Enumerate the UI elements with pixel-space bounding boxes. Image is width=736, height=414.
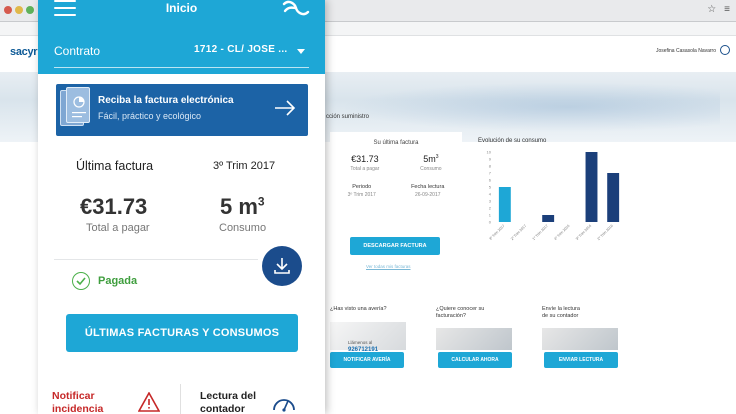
y-tick-label: 4 xyxy=(489,192,492,197)
card-amount: €31.73 xyxy=(351,154,379,164)
card-volume: 5m3 xyxy=(423,154,439,164)
reading-date-value: 26-09-2017 xyxy=(414,192,441,198)
y-tick-label: 3 xyxy=(489,199,492,204)
tile-calc-title-1: ¿Quiere conocer su xyxy=(436,306,485,312)
tile-calc-billing: ¿Quiere conocer su facturación? CALCULAR… xyxy=(436,306,536,368)
calculator-image xyxy=(436,328,512,350)
card-title: Su última factura xyxy=(373,140,419,146)
e-invoice-banner[interactable]: Reciba la factura electrónica Fácil, prá… xyxy=(56,84,308,136)
tile-send-reading: Envíe la lectura de su contador ENVIAR L… xyxy=(542,306,642,368)
invoice-amount: €31.73 xyxy=(80,194,148,219)
close-window-button[interactable] xyxy=(4,6,12,14)
y-tick-label: 8 xyxy=(489,164,492,169)
bottom-separator xyxy=(180,384,181,414)
contract-select[interactable]: 1712 - CL/ JOSE ... xyxy=(194,44,288,55)
tile-report-fault: ¿Has visto una avería? Llámenos al 92671… xyxy=(330,306,430,368)
x-tick-label: 3º Trim 2017 xyxy=(488,224,505,241)
report-fault-button[interactable]: NOTIFICAR AVERÍA xyxy=(330,352,404,368)
banner-title: Reciba la factura electrónica xyxy=(98,95,234,106)
last-invoice-label: Última factura xyxy=(76,159,154,173)
y-tick-label: 7 xyxy=(489,171,492,176)
supply-address-label: cción suministro xyxy=(326,114,370,120)
send-reading-button[interactable]: ENVIAR LECTURA xyxy=(544,352,618,368)
chart-bar xyxy=(585,152,598,222)
arrow-right-icon[interactable] xyxy=(274,98,296,118)
phone-label: Llámenos al xyxy=(348,340,373,345)
x-tick-label: 2º Trim 2017 xyxy=(510,224,527,241)
action-tiles: ¿Has visto una avería? Llámenos al 92671… xyxy=(330,306,630,414)
chevron-down-icon[interactable] xyxy=(297,49,305,54)
minimize-window-button[interactable] xyxy=(15,6,23,14)
user-name[interactable]: Josefina Casasola Navarro xyxy=(656,48,716,54)
maximize-window-button[interactable] xyxy=(26,6,34,14)
divider xyxy=(54,259,258,260)
brand-logo-icon xyxy=(282,0,310,16)
y-tick-label: 0 xyxy=(489,220,492,225)
consumption-volume: 5 m3 xyxy=(220,194,265,219)
y-tick-label: 5 xyxy=(489,185,492,190)
y-tick-label: 9 xyxy=(489,157,492,162)
download-button[interactable] xyxy=(262,246,302,286)
invoice-period: 3º Trim 2017 xyxy=(213,160,276,172)
x-tick-label: 3º Trim 2016 xyxy=(575,224,592,241)
gauge-icon[interactable] xyxy=(272,392,296,412)
card-volume-label: Consumo xyxy=(420,166,442,172)
consumption-chart: 0 1 2 3 4 5 6 7 8 9 10 3º Trim 2017 2º Trim 2017 1º T… xyxy=(487,150,620,241)
contract-label: Contrato xyxy=(54,44,101,58)
notify-incident-label[interactable]: Notificar incidencia xyxy=(52,390,103,414)
screen: ☆ ≡ sacyr Josefina Casasola Navarro cció… xyxy=(0,0,736,414)
check-circle-icon xyxy=(72,272,90,290)
amount-label: Total a pagar xyxy=(86,222,150,234)
y-tick-label: 6 xyxy=(489,178,492,183)
tile-reading-title-2: de su contador xyxy=(542,313,579,320)
chart-bar xyxy=(542,215,555,222)
chart-bar xyxy=(498,187,511,222)
browser-window-buttons: ☆ ≡ xyxy=(707,4,730,15)
paid-status: Pagada xyxy=(98,275,138,287)
app-header: Inicio Contrato 1712 - CL/ JOSE ... xyxy=(38,0,325,74)
tile-calc-title-2: facturación? xyxy=(436,313,466,320)
warning-icon[interactable] xyxy=(138,392,160,412)
period-value: 3º Trim 2017 xyxy=(347,192,376,198)
phone-image: Llámenos al 926712191 xyxy=(330,322,406,353)
period-label: Periodo xyxy=(352,184,372,190)
tile-reading-title-1: Envíe la lectura xyxy=(542,306,580,312)
download-icon xyxy=(274,258,290,274)
mobile-app: Inicio Contrato 1712 - CL/ JOSE ... Reci… xyxy=(38,0,325,414)
invoices-history-button[interactable]: ÚLTIMAS FACTURAS Y CONSUMOS xyxy=(66,314,298,352)
menu-icon[interactable]: ≡ xyxy=(724,4,730,15)
invoice-doc-icon xyxy=(66,87,90,123)
contract-underline xyxy=(54,67,309,68)
meter-reading-label[interactable]: Lectura del contador xyxy=(200,390,256,414)
y-tick-label: 2 xyxy=(489,206,492,211)
consumption-chart-title: Evolución de su consumo xyxy=(478,138,547,144)
brand-logo[interactable]: sacyr xyxy=(10,46,38,58)
x-tick-label: 1º Trim 2017 xyxy=(532,224,549,241)
download-invoice-button[interactable]: DESCARGAR FACTURA xyxy=(350,237,440,255)
reading-date-label: Fecha lectura xyxy=(411,184,445,190)
keyboard-image xyxy=(542,328,618,350)
tile-report-fault-title: ¿Has visto una avería? xyxy=(330,306,387,312)
x-tick-label: 2º Trim 2016 xyxy=(597,224,614,241)
card-amount-label: Total a pagar xyxy=(350,166,380,172)
calculate-now-button[interactable]: CALCULAR AHORA xyxy=(438,352,512,368)
all-invoices-link[interactable]: Ver todas mis facturas xyxy=(366,264,411,269)
x-tick-label: 4º Trim 2016 xyxy=(553,224,570,241)
window-controls[interactable] xyxy=(4,6,34,14)
y-tick-label: 1 xyxy=(489,213,492,218)
star-icon[interactable]: ☆ xyxy=(707,4,716,15)
chart-bar xyxy=(607,173,620,222)
banner-subtitle: Fácil, práctico y ecológico xyxy=(98,111,202,121)
user-icon[interactable] xyxy=(720,45,730,55)
consumption-label: Consumo xyxy=(219,222,267,234)
y-tick-label: 10 xyxy=(487,150,492,155)
